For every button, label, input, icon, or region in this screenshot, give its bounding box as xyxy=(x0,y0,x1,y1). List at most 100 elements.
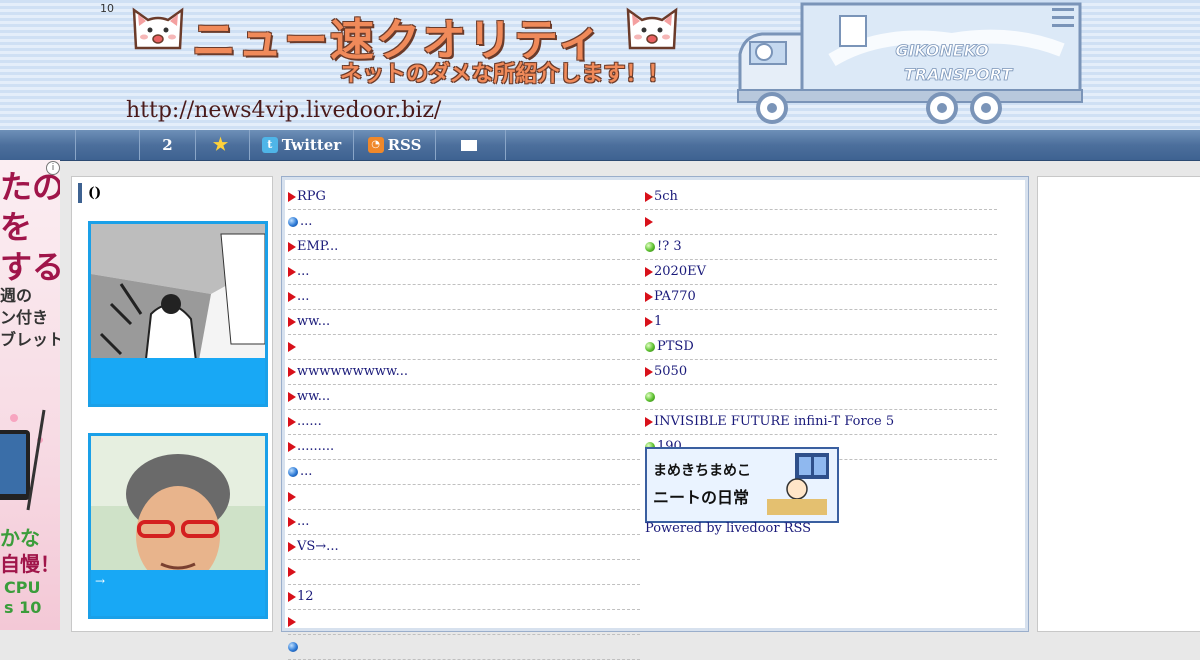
nav-item-2[interactable] xyxy=(76,130,140,160)
red-arrow-icon xyxy=(288,417,296,427)
feed-item[interactable]: PA770 xyxy=(645,285,997,310)
feed-item-link[interactable]: 5050 xyxy=(654,360,687,384)
feed-item[interactable]: EMP... xyxy=(288,235,640,260)
feed-item-link[interactable]: ...... xyxy=(297,410,322,434)
cat-face-icon xyxy=(132,7,184,50)
site-url-link[interactable]: http://news4vip.livedoor.biz/ xyxy=(126,98,441,123)
feed-item-link[interactable]: PA770 xyxy=(654,285,696,309)
feed-item[interactable]: RPG xyxy=(288,185,640,210)
feed-item[interactable]: ww... xyxy=(288,385,640,410)
feed-item[interactable]: 5ch xyxy=(645,185,997,210)
blue-orb-icon xyxy=(288,642,298,652)
feed-item-link[interactable]: ... xyxy=(300,460,312,484)
tablet-illustration xyxy=(0,409,46,511)
feed-item-link[interactable]: 1 xyxy=(654,310,662,334)
powered-by-link[interactable]: Powered by livedoor RSS xyxy=(645,521,811,536)
nav-item-twitter[interactable]: t Twitter xyxy=(250,130,354,160)
red-arrow-icon xyxy=(288,617,296,627)
red-arrow-icon xyxy=(288,542,296,552)
feed-item[interactable] xyxy=(645,210,997,235)
article-card[interactable]: → xyxy=(88,433,268,619)
feed-item[interactable]: ... xyxy=(288,285,640,310)
truck-text: TRANSPORT xyxy=(904,65,1013,84)
article-card[interactable] xyxy=(88,221,268,407)
blog-banner[interactable]: まめきちまめこ ニートの日常 xyxy=(645,447,839,523)
ad-info-icon[interactable]: i xyxy=(46,161,60,175)
rss-icon: ◔ xyxy=(367,137,384,153)
feed-item-link[interactable]: 2020EV xyxy=(654,260,706,284)
feed-list-right: 5ch !? 3 2020EV PA770 1 PTSD 5050 INVISIBLE FUT… xyxy=(645,185,997,460)
cat-face-icon xyxy=(626,7,678,50)
feed-item[interactable]: ... xyxy=(288,210,640,235)
blue-orb-icon xyxy=(288,467,298,477)
feed-item[interactable]: ww... xyxy=(288,310,640,335)
feed-item[interactable]: ... xyxy=(288,260,640,285)
ad-text: ブレット xyxy=(0,330,60,349)
feed-item-link[interactable]: ......... xyxy=(297,435,334,459)
feed-item-link[interactable]: 12 xyxy=(297,585,314,609)
red-arrow-icon xyxy=(645,417,653,427)
nav-item-favorite[interactable]: ★ xyxy=(196,130,250,160)
feed-item[interactable] xyxy=(288,335,640,360)
feed-item[interactable]: PTSD xyxy=(645,335,997,360)
blue-orb-icon xyxy=(288,217,298,227)
feed-item[interactable]: ......... xyxy=(288,435,640,460)
feed-item-link[interactable]: ... xyxy=(297,285,309,309)
sidebar-heading: () xyxy=(78,183,101,203)
banner-subtitle: ニートの日常 xyxy=(653,488,749,507)
feed-item[interactable]: 1 xyxy=(645,310,997,335)
site-header: 10 ニュー速クオリティ ネットのダメな所紹介します！！ http://news… xyxy=(0,0,1200,130)
feed-item[interactable]: wwwwwwwww... xyxy=(288,360,640,385)
feed-item[interactable]: 5050 xyxy=(645,360,997,385)
red-arrow-icon xyxy=(288,442,296,452)
left-sidebar: () → xyxy=(71,176,273,632)
feed-item-link[interactable]: !? 3 xyxy=(657,235,682,259)
side-advertisement[interactable]: たの を する 週の ン付き ブレット かな 自慢！ CPU s 10 xyxy=(0,160,60,630)
feed-item[interactable]: ... xyxy=(288,460,640,485)
feed-item-link[interactable]: ww... xyxy=(297,385,330,409)
feed-item-link[interactable]: RPG xyxy=(297,185,326,209)
feed-item-link[interactable]: wwwwwwwww... xyxy=(297,360,408,384)
feed-item[interactable]: VS→... xyxy=(288,535,640,560)
nav-item-rss[interactable]: ◔ RSS xyxy=(354,130,436,160)
feed-item-link[interactable]: ... xyxy=(297,510,309,534)
feed-item[interactable]: 12 xyxy=(288,585,640,610)
red-arrow-icon xyxy=(288,592,296,602)
feed-item-link[interactable]: PTSD xyxy=(657,335,694,359)
ad-text: s 10 xyxy=(4,598,42,617)
card-caption: → xyxy=(91,570,265,616)
red-arrow-icon xyxy=(288,267,296,277)
feed-item-link[interactable]: ... xyxy=(300,210,312,234)
red-arrow-icon xyxy=(288,317,296,327)
red-arrow-icon xyxy=(288,242,296,252)
ad-text: かな xyxy=(0,526,40,550)
nav-item-mail[interactable] xyxy=(436,130,506,160)
feed-item[interactable]: INVISIBLE FUTURE infini-T Force 5 xyxy=(645,410,997,435)
feed-item[interactable]: !? 3 xyxy=(645,235,997,260)
green-orb-icon xyxy=(645,342,655,352)
nav-item-label: 2 xyxy=(162,136,173,154)
feed-item[interactable]: ...... xyxy=(288,410,640,435)
feed-item[interactable]: ... xyxy=(288,510,640,535)
feed-item-link[interactable]: EMP... xyxy=(297,235,338,259)
feed-item-link[interactable]: VS→... xyxy=(297,535,339,559)
nav-item-3[interactable]: 2 xyxy=(140,130,196,160)
feed-item[interactable] xyxy=(288,610,640,635)
red-arrow-icon xyxy=(288,367,296,377)
card-caption xyxy=(91,358,265,404)
feed-item[interactable] xyxy=(288,635,640,660)
feed-item[interactable] xyxy=(645,385,997,410)
ad-text: 自慢！ xyxy=(0,552,60,576)
feed-item[interactable] xyxy=(288,560,640,585)
nav-bar: 2 ★ t Twitter ◔ RSS xyxy=(0,130,1200,161)
feed-item[interactable]: 2020EV xyxy=(645,260,997,285)
feed-item[interactable] xyxy=(288,485,640,510)
nav-item-1[interactable] xyxy=(0,130,76,160)
feed-item-link[interactable]: 5ch xyxy=(654,185,678,209)
feed-item-link[interactable]: INVISIBLE FUTURE infini-T Force 5 xyxy=(654,410,894,434)
truck-text: GIKONEKO xyxy=(895,41,989,60)
feed-item-link[interactable]: ... xyxy=(297,260,309,284)
feed-item-link[interactable]: ww... xyxy=(297,310,330,334)
green-orb-icon xyxy=(645,392,655,402)
truck-illustration: GIKONEKO TRANSPORT xyxy=(737,2,1083,124)
